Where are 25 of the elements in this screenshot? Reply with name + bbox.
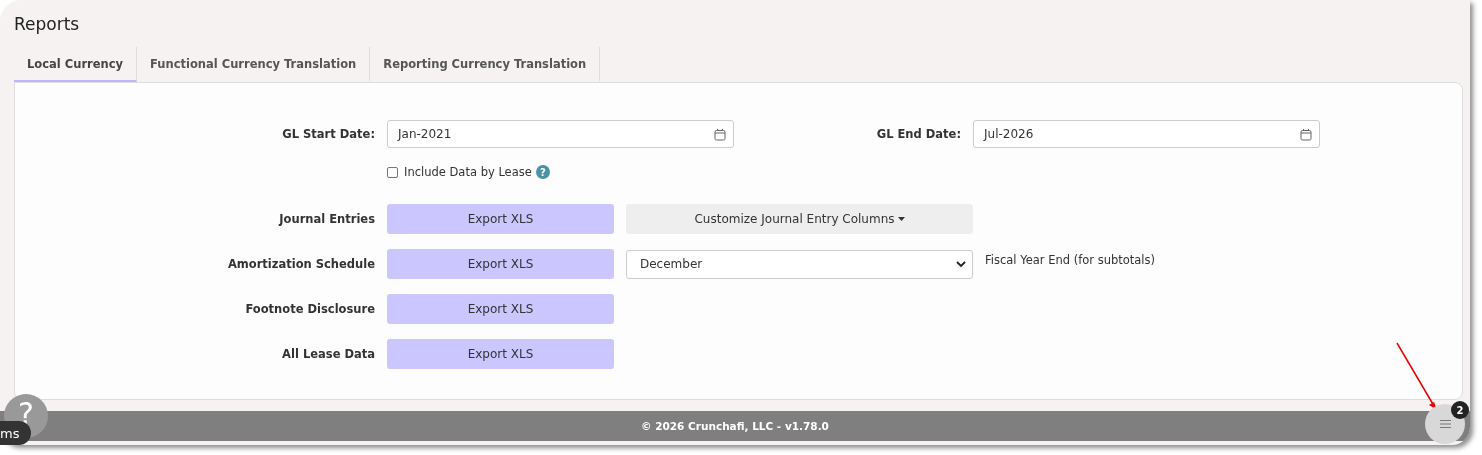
menu-icon <box>1439 420 1451 428</box>
footer-copyright: © 2026 Crunchafi, LLC - v1.78.0 <box>641 420 829 432</box>
customize-columns-button[interactable]: Customize Journal Entry Columns <box>626 204 973 234</box>
report-label: All Lease Data <box>281 347 375 361</box>
report-label: Journal Entries <box>277 212 375 226</box>
export-button[interactable]: Export XLS <box>387 294 614 324</box>
export-button[interactable]: Export XLS <box>387 339 614 369</box>
caret-icon <box>897 217 905 221</box>
fiscal-year-end-label: Fiscal Year End (for subtotals) <box>985 253 1155 267</box>
calendar-icon[interactable] <box>1300 127 1312 141</box>
calendar-icon[interactable] <box>714 127 726 141</box>
fiscal-year-end-select[interactable]: December <box>626 249 973 279</box>
chevron-down-icon <box>956 260 966 268</box>
start-date-label: GL Start Date: <box>281 127 375 141</box>
end-date-label: GL End Date: <box>875 127 961 141</box>
end-date-field[interactable]: Jul-2026 <box>973 120 1320 148</box>
checkbox[interactable] <box>387 166 398 178</box>
start-date-field[interactable]: Jan-2021 <box>387 120 734 148</box>
report-label: Amortization Schedule <box>226 257 375 271</box>
arrow-annotation <box>1396 342 1437 410</box>
report-label: Footnote Disclosure <box>244 302 375 316</box>
export-button[interactable]: Export XLS <box>387 249 614 279</box>
export-button[interactable]: Export XLS <box>387 204 614 234</box>
page-title: Reports <box>14 14 81 36</box>
checkbox-label: Include Data by Lease <box>404 165 532 179</box>
